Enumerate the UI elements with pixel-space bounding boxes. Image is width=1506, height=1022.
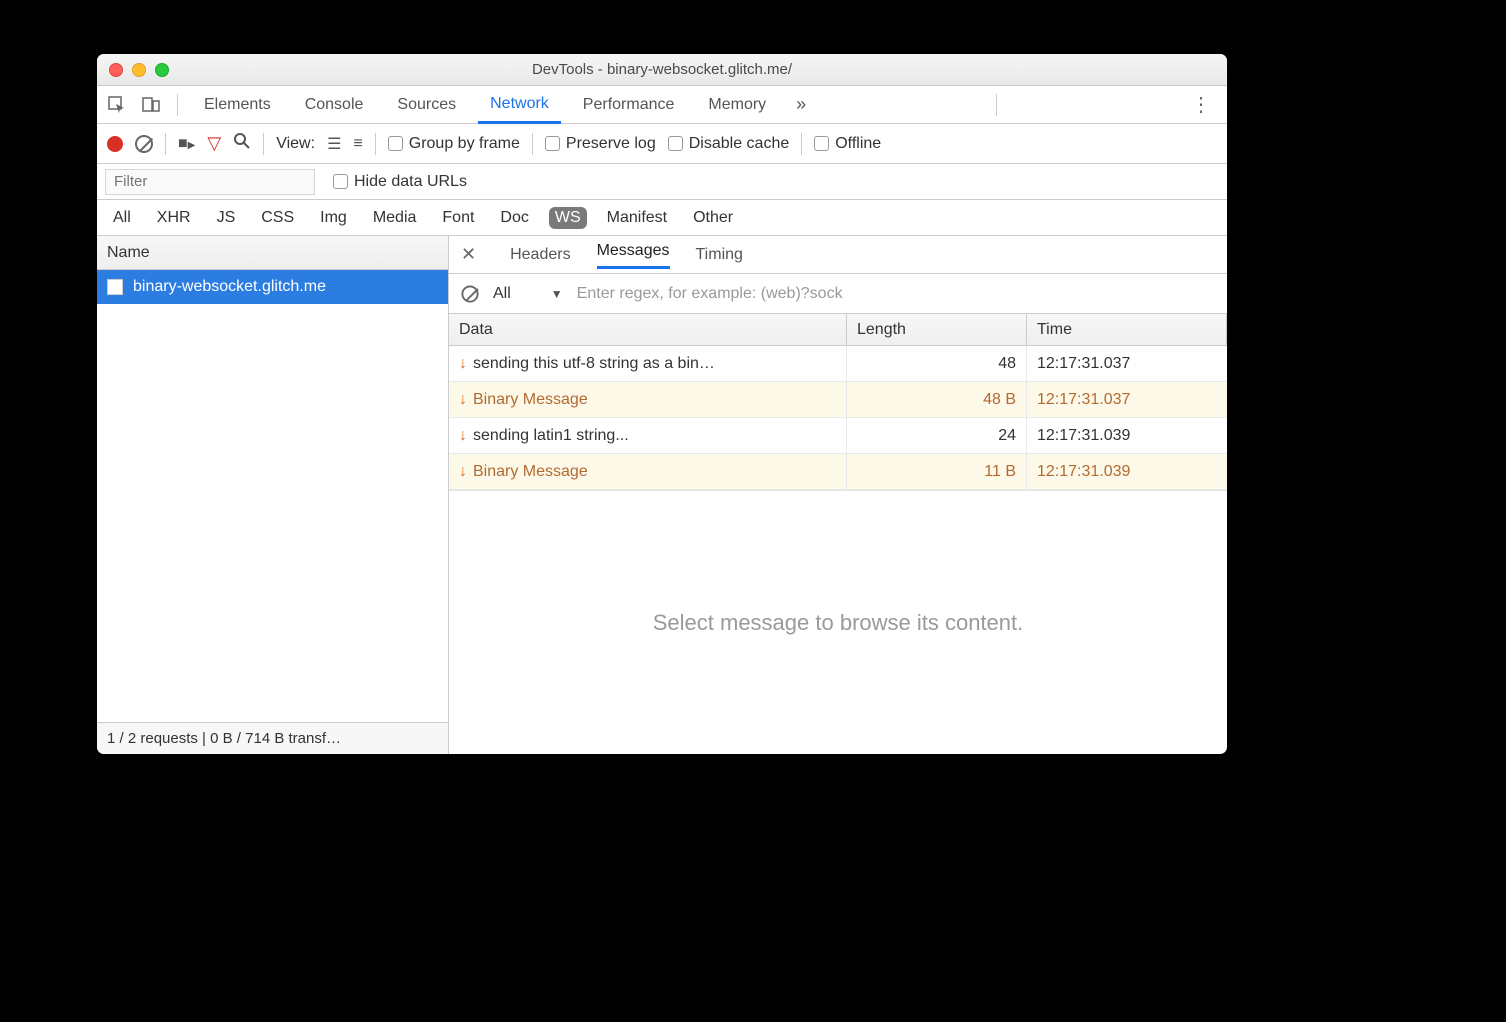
resource-type-filter: All XHR JS CSS Img Media Font Doc WS Man… xyxy=(97,200,1227,236)
waterfall-icon[interactable]: ≡ xyxy=(353,135,362,153)
type-font[interactable]: Font xyxy=(436,207,480,229)
messages-header: Data Length Time xyxy=(449,314,1227,346)
separator xyxy=(165,133,166,155)
type-ws[interactable]: WS xyxy=(549,207,587,229)
type-all[interactable]: All xyxy=(107,207,137,229)
name-column-header[interactable]: Name xyxy=(97,236,448,270)
time-column-header[interactable]: Time xyxy=(1027,314,1227,345)
clear-icon[interactable] xyxy=(135,135,153,153)
message-row[interactable]: ↓Binary Message 48 B 12:17:31.037 xyxy=(449,382,1227,418)
large-rows-icon[interactable]: ☰ xyxy=(327,134,341,154)
disable-cache-checkbox[interactable]: Disable cache xyxy=(668,135,790,153)
separator xyxy=(375,133,376,155)
detail-tabs: ✕ Headers Messages Timing xyxy=(449,236,1227,274)
main-split: Name binary-websocket.glitch.me 1 / 2 re… xyxy=(97,236,1227,754)
group-by-frame-checkbox[interactable]: Group by frame xyxy=(388,135,520,153)
requests-pane: Name binary-websocket.glitch.me 1 / 2 re… xyxy=(97,236,449,754)
titlebar: DevTools - binary-websocket.glitch.me/ xyxy=(97,54,1227,86)
request-list: binary-websocket.glitch.me xyxy=(97,270,448,722)
tab-performance[interactable]: Performance xyxy=(571,86,687,123)
search-icon[interactable] xyxy=(233,132,251,155)
type-other[interactable]: Other xyxy=(687,207,739,229)
tabs-overflow[interactable]: » xyxy=(788,94,814,115)
filter-icon[interactable]: ▽ xyxy=(207,133,221,154)
type-manifest[interactable]: Manifest xyxy=(601,207,673,229)
messages-filter-bar: All ▼ xyxy=(449,274,1227,314)
network-toolbar: ■▶ ▽ View: ☰ ≡ Group by frame Preserve l… xyxy=(97,124,1227,164)
preserve-log-checkbox[interactable]: Preserve log xyxy=(545,135,656,153)
type-css[interactable]: CSS xyxy=(255,207,300,229)
hide-data-urls-checkbox[interactable]: Hide data URLs xyxy=(333,173,467,191)
empty-placeholder: Select message to browse its content. xyxy=(449,491,1227,754)
message-row[interactable]: ↓sending this utf-8 string as a bin… 48 … xyxy=(449,346,1227,382)
separator xyxy=(801,133,802,155)
type-media[interactable]: Media xyxy=(367,207,423,229)
message-row[interactable]: ↓Binary Message 11 B 12:17:31.039 xyxy=(449,454,1227,490)
tab-sources[interactable]: Sources xyxy=(385,86,468,123)
separator xyxy=(532,133,533,155)
filter-input[interactable] xyxy=(105,169,315,195)
offline-checkbox[interactable]: Offline xyxy=(814,135,881,153)
status-bar: 1 / 2 requests | 0 B / 714 B transf… xyxy=(97,722,448,754)
messages-list: ↓sending this utf-8 string as a bin… 48 … xyxy=(449,346,1227,491)
close-detail-icon[interactable]: ✕ xyxy=(461,244,484,265)
devtools-window: DevTools - binary-websocket.glitch.me/ E… xyxy=(97,54,1227,754)
arrow-down-icon: ↓ xyxy=(459,355,467,373)
device-toolbar-icon[interactable] xyxy=(139,93,163,117)
detail-pane: ✕ Headers Messages Timing All ▼ Data Len… xyxy=(449,236,1227,754)
tab-elements[interactable]: Elements xyxy=(192,86,283,123)
filter-row: Hide data URLs xyxy=(97,164,1227,200)
type-js[interactable]: JS xyxy=(211,207,242,229)
settings-menu-icon[interactable]: ⋮ xyxy=(1183,92,1219,117)
message-row[interactable]: ↓sending latin1 string... 24 12:17:31.03… xyxy=(449,418,1227,454)
clear-messages-icon[interactable] xyxy=(461,285,478,302)
request-row[interactable]: binary-websocket.glitch.me xyxy=(97,270,448,304)
view-label: View: xyxy=(276,135,315,153)
separator xyxy=(996,94,997,116)
inspect-element-icon[interactable] xyxy=(105,93,129,117)
separator xyxy=(177,94,178,116)
tab-timing[interactable]: Timing xyxy=(696,246,743,264)
document-icon xyxy=(107,279,123,295)
regex-filter-input[interactable] xyxy=(577,285,1215,303)
camera-icon[interactable]: ■▶ xyxy=(178,135,195,153)
arrow-down-icon: ↓ xyxy=(459,391,467,409)
type-doc[interactable]: Doc xyxy=(494,207,534,229)
chevron-down-icon: ▼ xyxy=(551,287,563,301)
window-title: DevTools - binary-websocket.glitch.me/ xyxy=(97,61,1227,78)
arrow-down-icon: ↓ xyxy=(459,463,467,481)
message-type-dropdown[interactable]: All ▼ xyxy=(493,285,563,303)
type-img[interactable]: Img xyxy=(314,207,353,229)
request-name: binary-websocket.glitch.me xyxy=(133,278,326,296)
panel-tabs: Elements Console Sources Network Perform… xyxy=(97,86,1227,124)
tab-messages[interactable]: Messages xyxy=(597,242,670,269)
arrow-down-icon: ↓ xyxy=(459,427,467,445)
type-xhr[interactable]: XHR xyxy=(151,207,197,229)
tab-network[interactable]: Network xyxy=(478,87,561,124)
tab-console[interactable]: Console xyxy=(293,86,376,123)
data-column-header[interactable]: Data xyxy=(449,314,847,345)
tab-headers[interactable]: Headers xyxy=(510,246,570,264)
record-button[interactable] xyxy=(107,136,123,152)
length-column-header[interactable]: Length xyxy=(847,314,1027,345)
separator xyxy=(263,133,264,155)
tab-memory[interactable]: Memory xyxy=(696,86,778,123)
